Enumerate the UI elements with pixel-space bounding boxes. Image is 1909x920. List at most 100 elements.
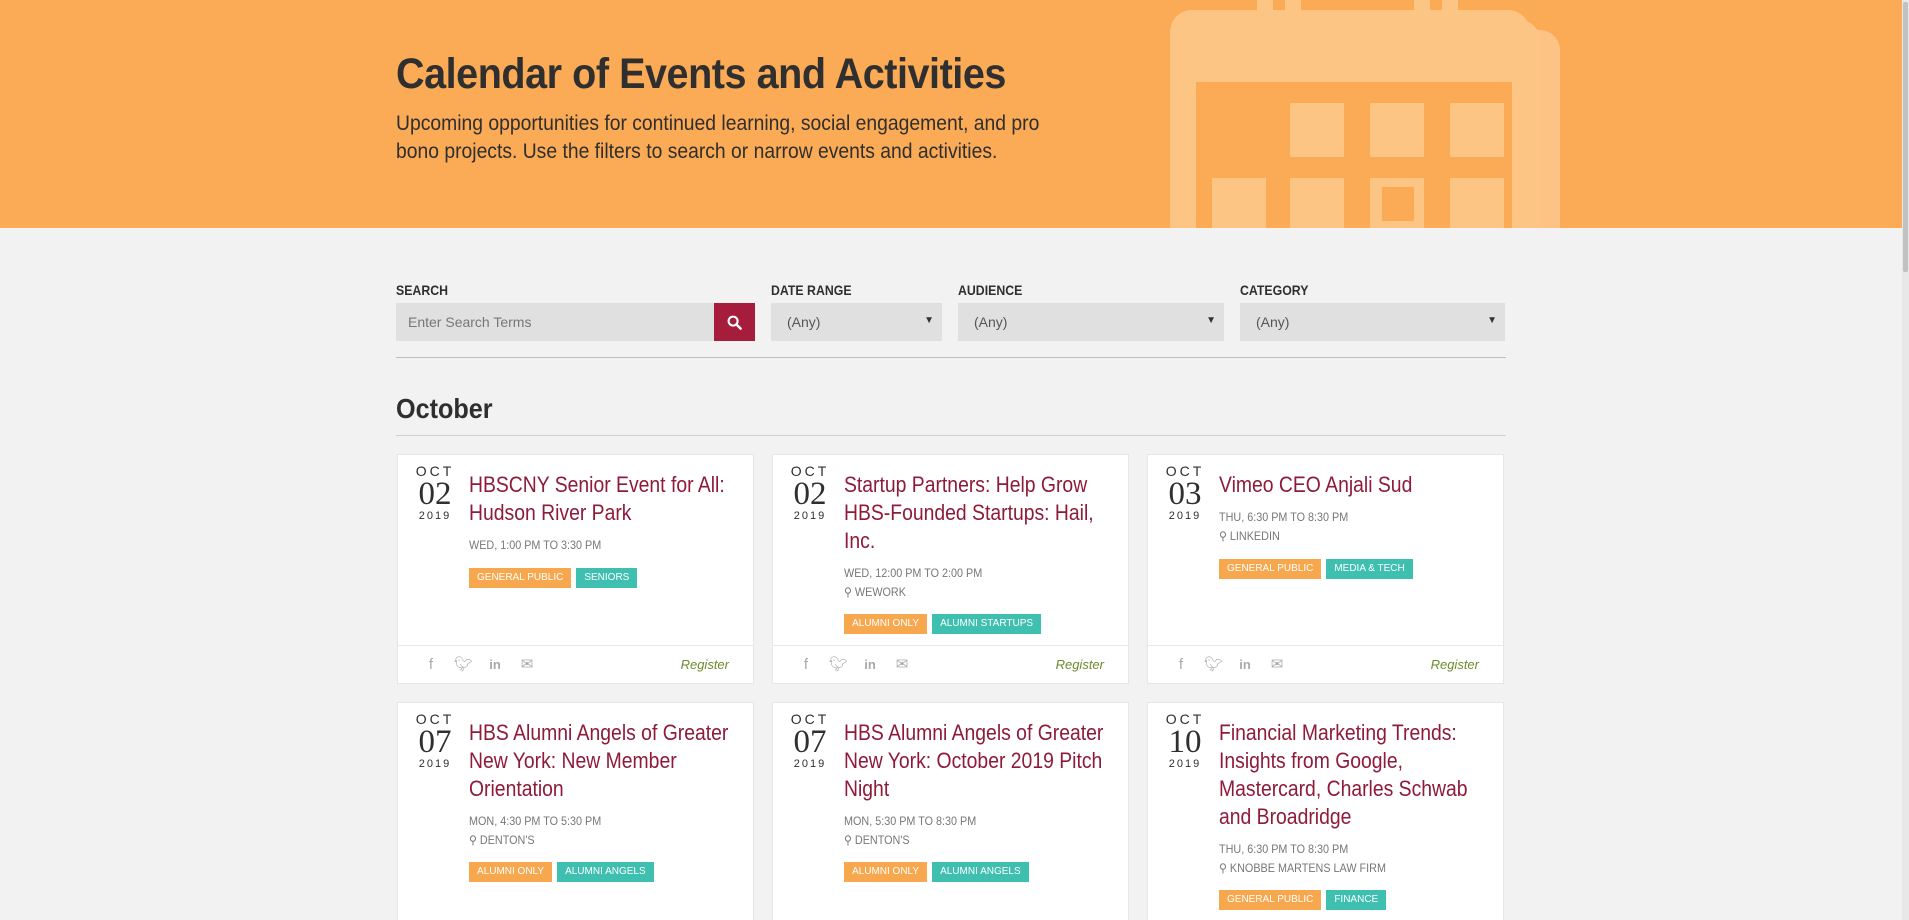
- event-year: 2019: [1168, 510, 1202, 522]
- linkedin-icon[interactable]: in: [1236, 656, 1254, 674]
- event-title-link[interactable]: HBS Alumni Angels of Greater New York: O…: [844, 719, 1119, 803]
- event-location-text: WEWORK: [854, 585, 906, 599]
- event-card: OCT 10 2019 Financial Marketing Trends: …: [1147, 702, 1504, 920]
- category-value: (Any): [1256, 314, 1290, 330]
- search-input[interactable]: [396, 303, 714, 341]
- event-location-text: KNOBBE MARTENS LAW FIRM: [1229, 861, 1386, 875]
- event-date: OCT 10 2019: [1162, 711, 1208, 771]
- event-location-text: DENTON'S: [854, 833, 910, 847]
- event-location-text: DENTON'S: [479, 833, 535, 847]
- card-footer: f 🐦︎ in ✉︎ Register: [773, 645, 1128, 683]
- event-day: 10: [1168, 724, 1202, 760]
- map-marker-icon: ⚲: [1219, 861, 1227, 875]
- event-time: THU, 6:30 PM TO 8:30 PM: [1219, 510, 1349, 524]
- email-icon[interactable]: ✉︎: [1268, 656, 1286, 674]
- facebook-icon[interactable]: f: [797, 656, 815, 674]
- card-footer: f 🐦︎ in ✉︎ Register: [398, 645, 753, 683]
- map-marker-icon: ⚲: [469, 833, 477, 847]
- scrollbar[interactable]: [1902, 0, 1909, 920]
- event-title-link[interactable]: HBSCNY Senior Event for All: Hudson Rive…: [469, 471, 744, 527]
- page-subtitle: Upcoming opportunities for continued lea…: [396, 112, 1040, 163]
- event-day: 02: [793, 476, 827, 512]
- page-title: Calendar of Events and Activities: [396, 50, 1006, 98]
- search-label: SEARCH: [396, 282, 449, 298]
- event-title-link[interactable]: Financial Marketing Trends: Insights fro…: [1219, 719, 1494, 831]
- event-tag[interactable]: ALUMNI ANGELS: [932, 862, 1029, 882]
- linkedin-icon[interactable]: in: [861, 656, 879, 674]
- event-tag[interactable]: ALUMNI STARTUPS: [932, 614, 1042, 634]
- divider: [396, 435, 1506, 436]
- category-select[interactable]: (Any) ▼: [1240, 303, 1505, 341]
- email-icon[interactable]: ✉︎: [893, 656, 911, 674]
- event-time: WED, 12:00 PM TO 2:00 PM: [844, 566, 983, 580]
- event-date: OCT 07 2019: [787, 711, 833, 771]
- event-tag[interactable]: GENERAL PUBLIC: [469, 568, 572, 588]
- event-tag[interactable]: GENERAL PUBLIC: [1219, 890, 1322, 910]
- map-marker-icon: ⚲: [1219, 529, 1227, 543]
- register-link[interactable]: Register: [1056, 657, 1104, 672]
- event-location: ⚲ DENTON'S: [844, 831, 910, 849]
- event-card: OCT 02 2019 Startup Partners: Help Grow …: [772, 454, 1129, 684]
- twitter-icon[interactable]: 🐦︎: [829, 656, 848, 674]
- facebook-icon[interactable]: f: [422, 656, 440, 674]
- event-tag[interactable]: GENERAL PUBLIC: [1219, 559, 1322, 579]
- card-footer: f 🐦︎ in ✉︎ Register: [1148, 645, 1503, 683]
- scrollbar-thumb[interactable]: [1903, 2, 1908, 272]
- event-time: THU, 6:30 PM TO 8:30 PM: [1219, 842, 1349, 856]
- hero-banner: Calendar of Events and Activities Upcomi…: [0, 0, 1902, 228]
- date-range-label: DATE RANGE: [771, 282, 852, 298]
- twitter-icon[interactable]: 🐦︎: [454, 656, 473, 674]
- audience-select[interactable]: (Any) ▼: [958, 303, 1224, 341]
- event-title-link[interactable]: HBS Alumni Angels of Greater New York: N…: [469, 719, 744, 803]
- event-title-link[interactable]: Startup Partners: Help Grow HBS-Founded …: [844, 471, 1119, 555]
- event-date: OCT 07 2019: [412, 711, 458, 771]
- register-link[interactable]: Register: [1431, 657, 1479, 672]
- event-year: 2019: [1168, 758, 1202, 770]
- date-range-select[interactable]: (Any) ▼: [771, 303, 942, 341]
- twitter-icon[interactable]: 🐦︎: [1204, 656, 1223, 674]
- event-date: OCT 03 2019: [1162, 463, 1208, 523]
- event-tag[interactable]: ALUMNI ANGELS: [557, 862, 654, 882]
- linkedin-icon[interactable]: in: [486, 656, 504, 674]
- event-year: 2019: [793, 758, 827, 770]
- event-card: OCT 07 2019 HBS Alumni Angels of Greater…: [772, 702, 1129, 920]
- event-title-link[interactable]: Vimeo CEO Anjali Sud: [1219, 471, 1494, 499]
- audience-label: AUDIENCE: [958, 282, 1023, 298]
- event-day: 02: [418, 476, 452, 512]
- month-heading: October: [396, 393, 493, 424]
- event-tag[interactable]: FINANCE: [1326, 890, 1387, 910]
- event-tag[interactable]: ALUMNI ONLY: [844, 614, 928, 634]
- divider: [396, 357, 1506, 358]
- register-link[interactable]: Register: [681, 657, 729, 672]
- event-time: MON, 4:30 PM TO 5:30 PM: [469, 814, 602, 828]
- category-label: CATEGORY: [1240, 282, 1309, 298]
- search-icon: [727, 315, 742, 330]
- email-icon[interactable]: ✉︎: [518, 656, 536, 674]
- audience-value: (Any): [974, 314, 1008, 330]
- event-card: OCT 03 2019 Vimeo CEO Anjali Sud THU, 6:…: [1147, 454, 1504, 684]
- event-time: MON, 5:30 PM TO 8:30 PM: [844, 814, 977, 828]
- event-day: 07: [793, 724, 827, 760]
- event-year: 2019: [418, 510, 452, 522]
- event-tag[interactable]: SENIORS: [576, 568, 638, 588]
- event-date: OCT 02 2019: [412, 463, 458, 523]
- event-time: WED, 1:00 PM TO 3:30 PM: [469, 538, 602, 552]
- map-marker-icon: ⚲: [844, 833, 852, 847]
- event-card: OCT 07 2019 HBS Alumni Angels of Greater…: [397, 702, 754, 920]
- event-day: 03: [1168, 476, 1202, 512]
- chevron-down-icon: ▼: [1206, 315, 1216, 326]
- facebook-icon[interactable]: f: [1172, 656, 1190, 674]
- map-marker-icon: ⚲: [844, 585, 852, 599]
- event-tag[interactable]: ALUMNI ONLY: [469, 862, 553, 882]
- search-button[interactable]: [714, 303, 755, 341]
- event-location: ⚲ DENTON'S: [469, 831, 535, 849]
- date-range-value: (Any): [787, 314, 821, 330]
- event-card: OCT 02 2019 HBSCNY Senior Event for All:…: [397, 454, 754, 684]
- event-location-text: LINKEDIN: [1229, 529, 1280, 543]
- event-day: 07: [418, 724, 452, 760]
- calendar-icon: [1170, 0, 1560, 228]
- event-tag[interactable]: ALUMNI ONLY: [844, 862, 928, 882]
- event-year: 2019: [793, 510, 827, 522]
- event-location: ⚲ KNOBBE MARTENS LAW FIRM: [1219, 859, 1386, 877]
- event-tag[interactable]: MEDIA & TECH: [1326, 559, 1413, 579]
